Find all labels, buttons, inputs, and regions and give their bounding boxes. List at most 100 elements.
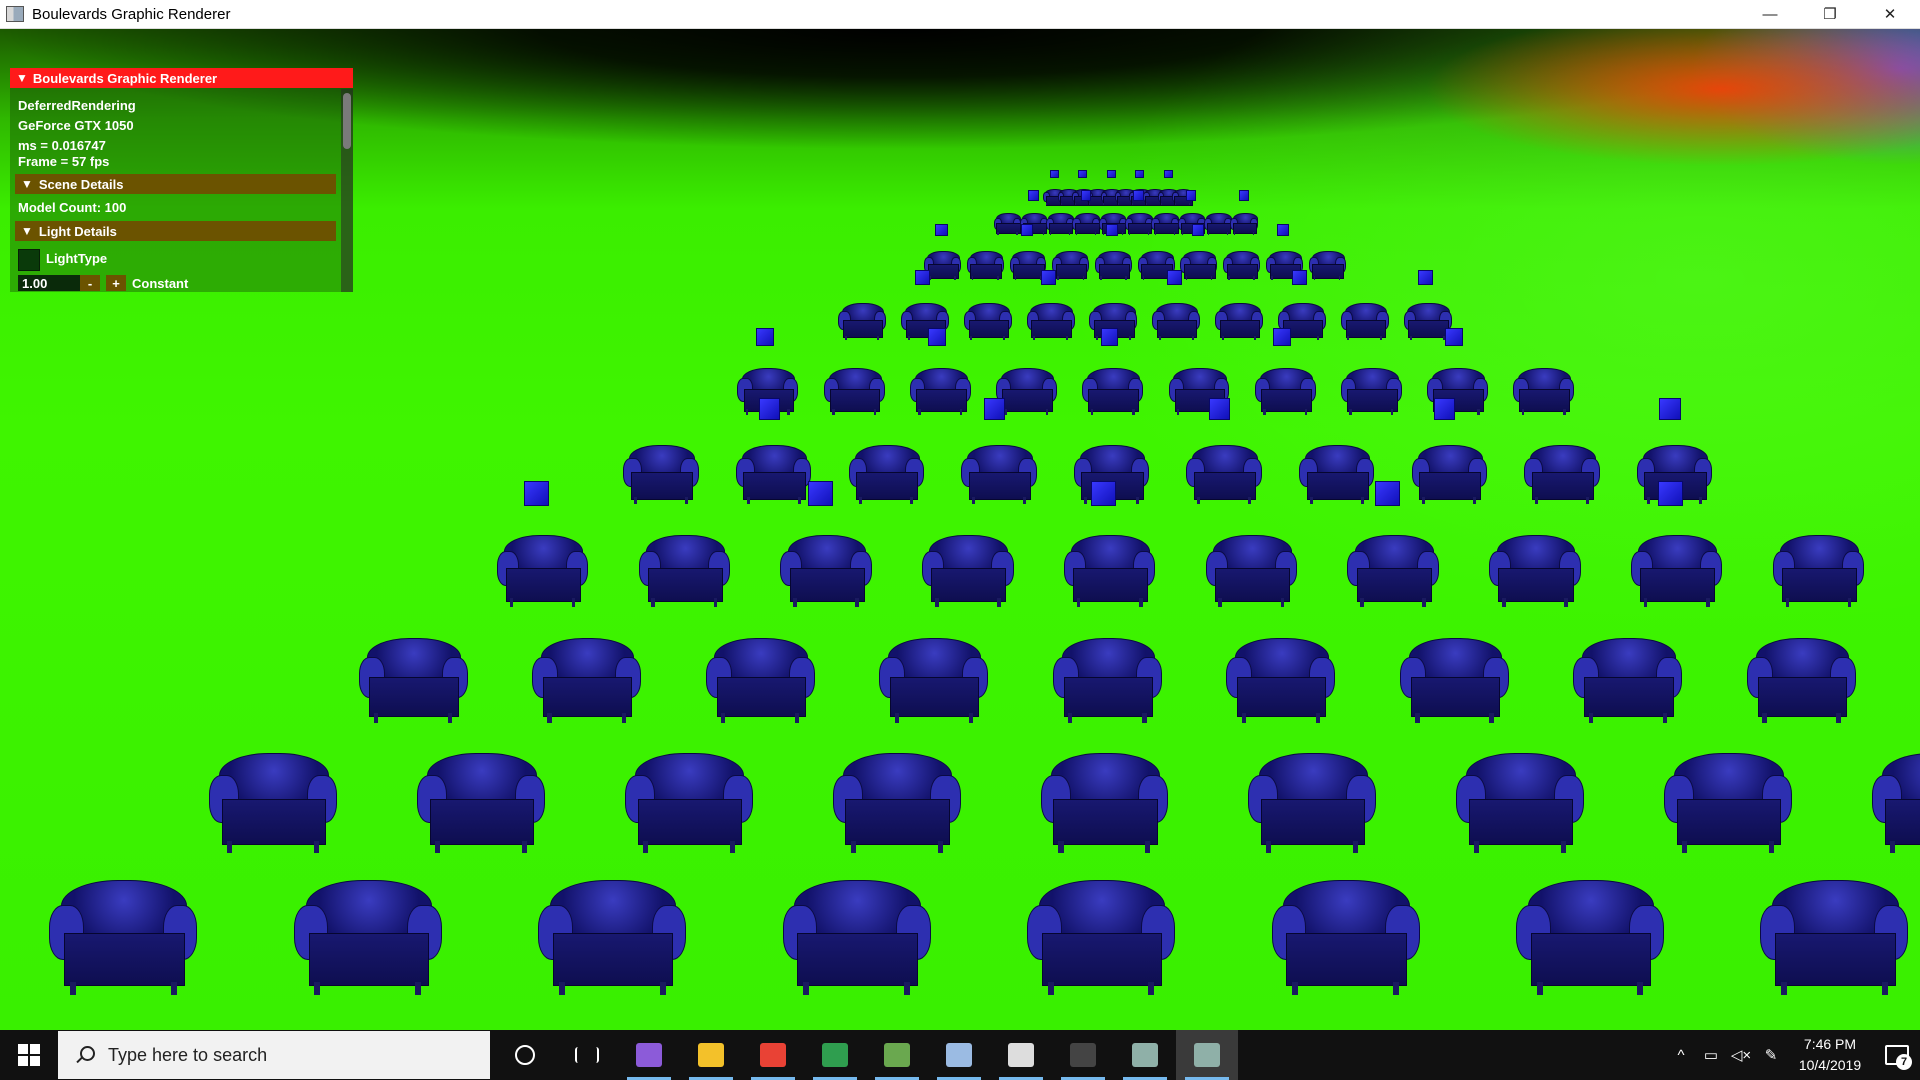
armchair-model xyxy=(1215,302,1264,341)
light-cube xyxy=(935,223,948,237)
armchair-model xyxy=(1489,535,1581,607)
armchair-model xyxy=(1072,212,1101,235)
battery-icon[interactable]: ▭ xyxy=(1696,1030,1726,1080)
armchair-model xyxy=(417,753,545,853)
close-button[interactable]: ✕ xyxy=(1860,0,1920,28)
cortana-icon[interactable] xyxy=(494,1030,556,1080)
light-details-label: Light Details xyxy=(38,223,117,239)
armchair-model xyxy=(1513,367,1575,416)
clock[interactable]: 7:46 PM 10/4/2019 xyxy=(1786,1034,1874,1076)
clock-time: 7:46 PM xyxy=(1803,1036,1857,1052)
armchair-model xyxy=(1186,445,1262,505)
armchair-model xyxy=(993,212,1022,235)
armchair-model xyxy=(961,445,1037,505)
chrome-icon[interactable] xyxy=(742,1030,804,1080)
light-cube xyxy=(755,328,774,347)
armchair-model xyxy=(963,302,1012,341)
light-cube xyxy=(983,398,1006,420)
panel-scrollbar[interactable] xyxy=(341,89,353,292)
constant-label: Constant xyxy=(132,276,189,291)
armchair-model xyxy=(1152,302,1201,341)
armchair-model xyxy=(1399,638,1509,724)
armchair-model xyxy=(1151,212,1180,235)
model-count: Model Count: 100 xyxy=(18,200,127,215)
light-cube xyxy=(1106,169,1116,179)
armchair-model xyxy=(1772,535,1865,607)
minimize-button[interactable]: — xyxy=(1740,0,1800,28)
armchair-model xyxy=(49,880,198,996)
collapse-arrow-icon[interactable]: ▼ xyxy=(16,71,28,85)
armchair-model xyxy=(1082,367,1144,416)
armchair-model xyxy=(1308,251,1346,280)
armchair-model xyxy=(623,445,699,505)
pen-icon[interactable]: ✎ xyxy=(1756,1030,1786,1080)
armchair-model xyxy=(1630,535,1723,607)
light-cube xyxy=(928,328,947,347)
renderer-window-icon[interactable] xyxy=(1114,1030,1176,1080)
armchair-model xyxy=(1046,212,1075,235)
light-cube xyxy=(1091,480,1117,506)
armchair-model xyxy=(1094,251,1132,280)
light-cube xyxy=(1028,190,1039,201)
decrement-button[interactable]: - xyxy=(80,275,100,291)
volume-muted-icon[interactable]: ◁× xyxy=(1726,1030,1756,1080)
armchair-model xyxy=(823,367,885,416)
armchair-model xyxy=(1411,445,1487,505)
armchair-model xyxy=(1248,753,1377,853)
light-cube xyxy=(1434,398,1456,420)
action-center-button[interactable]: 7 xyxy=(1874,1030,1920,1080)
armchair-model xyxy=(1340,367,1402,416)
light-cube xyxy=(1040,269,1056,285)
gpu-name: GeForce GTX 1050 xyxy=(18,118,134,133)
task-view-icon[interactable] xyxy=(556,1030,618,1080)
file-explorer-icon[interactable] xyxy=(680,1030,742,1080)
pinned-apps xyxy=(494,1030,1238,1080)
frame-time: ms = 0.016747 xyxy=(18,138,106,153)
light-cube xyxy=(1163,169,1173,179)
light-type-checkbox[interactable] xyxy=(18,249,40,271)
light-cube xyxy=(1658,480,1684,506)
search-icon xyxy=(76,1046,95,1064)
visual-studio-icon[interactable] xyxy=(618,1030,680,1080)
start-button[interactable] xyxy=(0,1030,58,1080)
constant-input[interactable]: 1.00 xyxy=(18,275,80,291)
armchair-model xyxy=(1230,212,1259,235)
render-viewport[interactable]: ▼ Boulevards Graphic Renderer DeferredRe… xyxy=(0,29,1920,1030)
panel-header[interactable]: ▼ Boulevards Graphic Renderer xyxy=(10,68,353,88)
notification-badge: 7 xyxy=(1896,1054,1912,1070)
light-cube xyxy=(1273,328,1291,347)
scrollbar-thumb[interactable] xyxy=(343,93,351,149)
armchair-model xyxy=(1298,445,1375,505)
scene-details-header[interactable]: ▼ Scene Details xyxy=(15,174,336,194)
restore-button[interactable]: ❐ xyxy=(1800,0,1860,28)
paint-3d-icon[interactable] xyxy=(928,1030,990,1080)
armchair-model xyxy=(624,753,753,853)
paint-image-icon[interactable] xyxy=(866,1030,928,1080)
light-cube xyxy=(1209,398,1231,420)
terminal-icon[interactable] xyxy=(1052,1030,1114,1080)
light-cube xyxy=(915,269,931,285)
armchair-model xyxy=(1026,302,1075,341)
scene-collapse-arrow-icon: ▼ xyxy=(21,177,33,191)
armchair-model xyxy=(1456,753,1584,853)
photos-app-icon[interactable] xyxy=(804,1030,866,1080)
app-icon xyxy=(6,6,24,22)
armchair-model xyxy=(966,251,1004,280)
light-cube xyxy=(1166,269,1182,285)
search-placeholder: Type here to search xyxy=(108,1044,268,1065)
light-cube xyxy=(1374,480,1400,506)
armchair-model xyxy=(1524,445,1600,505)
light-details-header[interactable]: ▼ Light Details xyxy=(15,221,336,241)
light-cube xyxy=(524,480,550,506)
armchair-model xyxy=(1340,302,1389,341)
calculator-icon[interactable] xyxy=(990,1030,1052,1080)
renderer-window-icon-active[interactable] xyxy=(1176,1030,1238,1080)
armchair-model xyxy=(358,638,468,724)
light-cube xyxy=(1100,328,1119,347)
light-cube xyxy=(758,398,780,420)
search-box[interactable]: Type here to search xyxy=(58,1031,490,1079)
chevron-up-icon[interactable]: ^ xyxy=(1666,1030,1696,1080)
armchair-model xyxy=(209,753,338,853)
light-cube xyxy=(1292,269,1308,285)
increment-button[interactable]: + xyxy=(106,275,126,291)
